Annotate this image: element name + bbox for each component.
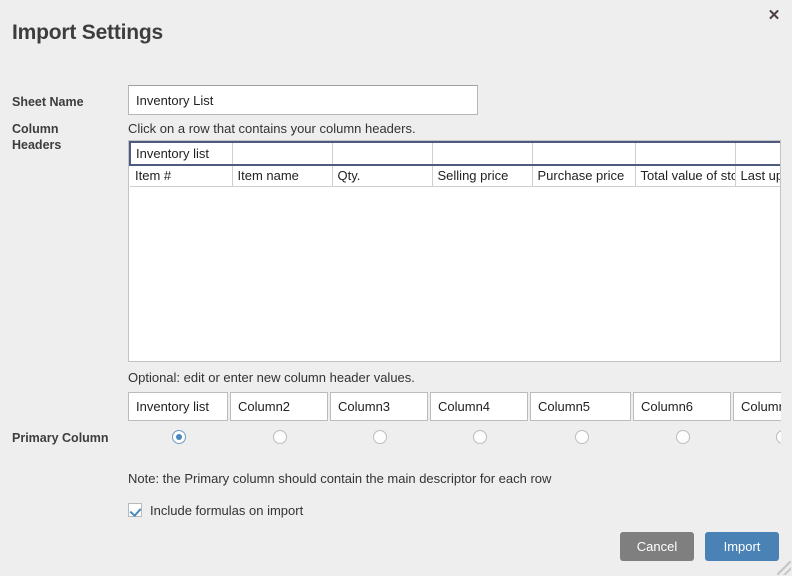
- table-empty-row: [130, 207, 781, 228]
- table-empty-cell: [130, 228, 781, 249]
- table-empty-row: [130, 249, 781, 270]
- table-cell[interactable]: Inventory list: [130, 142, 232, 165]
- table-empty-cell: [130, 312, 781, 333]
- table-empty-row: [130, 333, 781, 354]
- table-empty-cell: [130, 270, 781, 291]
- table-cell[interactable]: Item #: [130, 165, 232, 186]
- resize-handle[interactable]: [777, 561, 791, 575]
- primary-column-radio-3[interactable]: [373, 430, 387, 444]
- column-header-input-1[interactable]: [128, 392, 228, 421]
- sheet-preview-panel[interactable]: Inventory listItem #Item nameQty.Selling…: [128, 140, 781, 362]
- include-formulas-label: Include formulas on import: [150, 503, 303, 518]
- primary-column-radio-6[interactable]: [676, 430, 690, 444]
- table-row[interactable]: Inventory list: [130, 142, 781, 165]
- table-cell[interactable]: Total value of stock: [635, 165, 735, 186]
- table-cell[interactable]: Last updated: [735, 165, 781, 186]
- table-empty-cell: [130, 207, 781, 228]
- table-empty-cell: [130, 291, 781, 312]
- table-cell[interactable]: [735, 142, 781, 165]
- table-empty-row: [130, 312, 781, 333]
- sheet-preview-table: Inventory listItem #Item nameQty.Selling…: [129, 141, 781, 354]
- page-title: Import Settings: [12, 21, 163, 45]
- table-cell[interactable]: Selling price: [432, 165, 532, 186]
- table-row[interactable]: Item #Item nameQty.Selling pricePurchase…: [130, 165, 781, 186]
- sheet-preview-body: Inventory listItem #Item nameQty.Selling…: [130, 142, 781, 354]
- table-empty-row: [130, 270, 781, 291]
- column-header-input-7[interactable]: [733, 392, 781, 421]
- click-row-hint: Click on a row that contains your column…: [128, 121, 416, 136]
- table-empty-cell: [130, 333, 781, 354]
- table-empty-cell: [130, 249, 781, 270]
- table-empty-row: [130, 228, 781, 249]
- table-cell[interactable]: [635, 142, 735, 165]
- table-empty-row: [130, 186, 781, 207]
- column-headers-label: Column Headers: [12, 121, 112, 153]
- column-headers-label-line1: Column: [12, 121, 112, 137]
- primary-column-radio-group: [128, 430, 781, 448]
- column-header-input-3[interactable]: [330, 392, 428, 421]
- column-header-input-2[interactable]: [230, 392, 328, 421]
- column-header-inputs: [128, 392, 781, 421]
- primary-column-radio-7[interactable]: [776, 430, 781, 444]
- include-formulas-checkbox-row[interactable]: Include formulas on import: [128, 501, 303, 519]
- primary-column-note: Note: the Primary column should contain …: [128, 471, 551, 486]
- primary-column-radio-2[interactable]: [273, 430, 287, 444]
- table-empty-cell: [130, 186, 781, 207]
- column-header-input-4[interactable]: [430, 392, 528, 421]
- close-icon[interactable]: ✕: [763, 5, 785, 27]
- primary-column-radio-1[interactable]: [172, 430, 186, 444]
- import-button[interactable]: Import: [705, 532, 779, 561]
- column-header-input-5[interactable]: [530, 392, 631, 421]
- include-formulas-checkbox[interactable]: [128, 503, 142, 517]
- column-header-input-6[interactable]: [633, 392, 731, 421]
- primary-column-radio-5[interactable]: [575, 430, 589, 444]
- cancel-button[interactable]: Cancel: [620, 532, 694, 561]
- table-cell[interactable]: Item name: [232, 165, 332, 186]
- table-cell[interactable]: [232, 142, 332, 165]
- import-settings-dialog: ✕ Import Settings Sheet Name Column Head…: [0, 0, 792, 576]
- table-empty-row: [130, 291, 781, 312]
- table-cell[interactable]: [432, 142, 532, 165]
- table-cell[interactable]: [332, 142, 432, 165]
- table-cell[interactable]: [532, 142, 635, 165]
- column-headers-label-line2: Headers: [12, 137, 112, 153]
- optional-edit-hint: Optional: edit or enter new column heade…: [128, 370, 415, 385]
- sheet-name-label: Sheet Name: [12, 94, 84, 110]
- sheet-name-input[interactable]: [128, 85, 478, 115]
- table-cell[interactable]: Qty.: [332, 165, 432, 186]
- primary-column-label: Primary Column: [12, 430, 109, 446]
- table-cell[interactable]: Purchase price: [532, 165, 635, 186]
- primary-column-radio-4[interactable]: [473, 430, 487, 444]
